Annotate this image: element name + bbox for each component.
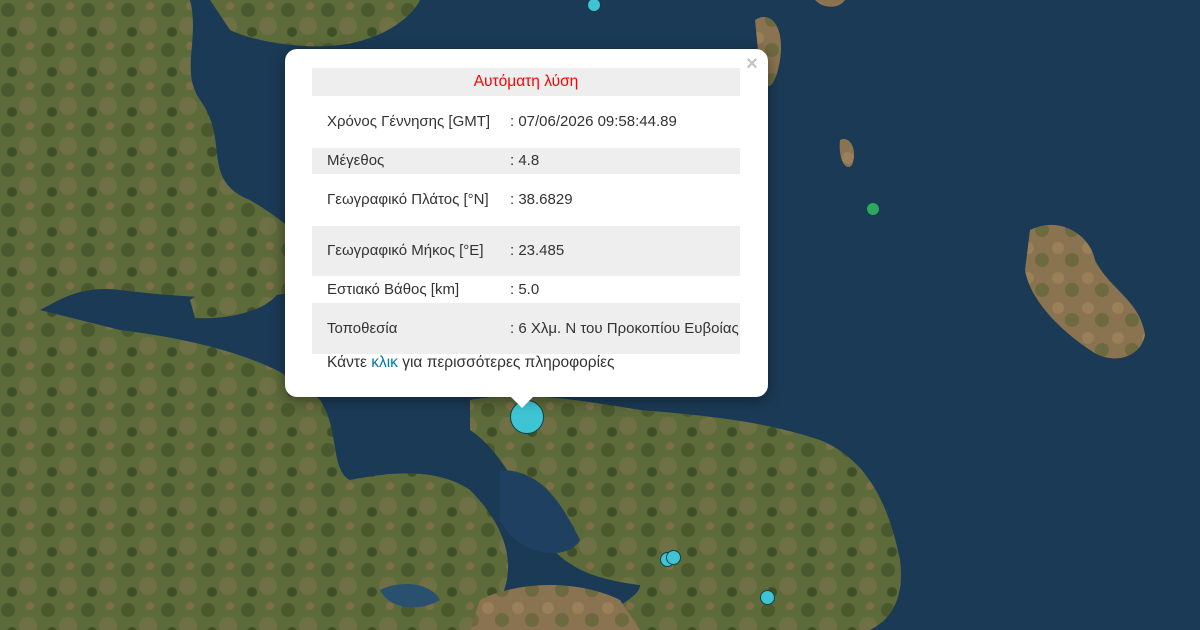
popup-title-row: Αυτόματη λύση	[312, 68, 740, 96]
latitude-label: Γεωγραφικό Πλάτος [°N]	[327, 191, 489, 208]
info-row-origin-time: Χρόνος Γέννησης [GMT] : 07/06/2026 09:58…	[312, 96, 740, 148]
magnitude-value: : 4.8	[510, 148, 740, 174]
latitude-value: : 38.6829	[510, 191, 573, 208]
longitude-value: : 23.485	[510, 226, 740, 276]
info-row-longitude: Γεωγραφικό Μήκος [°E] : 23.485	[312, 226, 740, 276]
longitude-label: Γεωγραφικό Μήκος [°E]	[312, 226, 510, 276]
more-info-line: Κάντε κλικ για περισσότερες πληροφορίες	[327, 351, 614, 375]
info-row-depth: Εστιακό Βάθος [km] : 5.0	[312, 276, 740, 303]
popup-pointer	[510, 396, 534, 408]
origin-time-label: Χρόνος Γέννησης [GMT]	[327, 113, 491, 130]
earthquake-marker-south[interactable]	[760, 590, 775, 605]
location-value: : 6 Χλμ. Ν του Προκοπίου Ευβοίας	[510, 303, 740, 354]
origin-time-value: : 07/06/2026 09:58:44.89	[510, 113, 677, 130]
earthquake-info-table: Αυτόματη λύση Χρόνος Γέννησης [GMT] : 07…	[312, 68, 740, 354]
info-row-latitude: Γεωγραφικό Πλάτος [°N] : 38.6829	[312, 174, 740, 226]
close-icon[interactable]: ×	[742, 54, 762, 74]
depth-value: : 5.0	[510, 280, 540, 298]
info-row-magnitude: Μέγεθος : 4.8	[312, 148, 740, 174]
magnitude-label: Μέγεθος	[312, 148, 510, 174]
earthquake-marker-evia-2[interactable]	[666, 550, 681, 565]
depth-label: Εστιακό Βάθος [km]	[327, 280, 460, 298]
location-label: Τοποθεσία	[312, 303, 510, 354]
earthquake-marker-green[interactable]	[866, 202, 880, 216]
more-info-prefix: Κάντε	[327, 354, 367, 371]
more-info-suffix: για περισσότερες πληροφορίες	[402, 354, 615, 371]
popup-title: Αυτόματη λύση	[312, 68, 740, 96]
more-info-link[interactable]: κλικ	[371, 354, 398, 371]
info-row-location: Τοποθεσία : 6 Χλμ. Ν του Προκοπίου Ευβοί…	[312, 303, 740, 354]
